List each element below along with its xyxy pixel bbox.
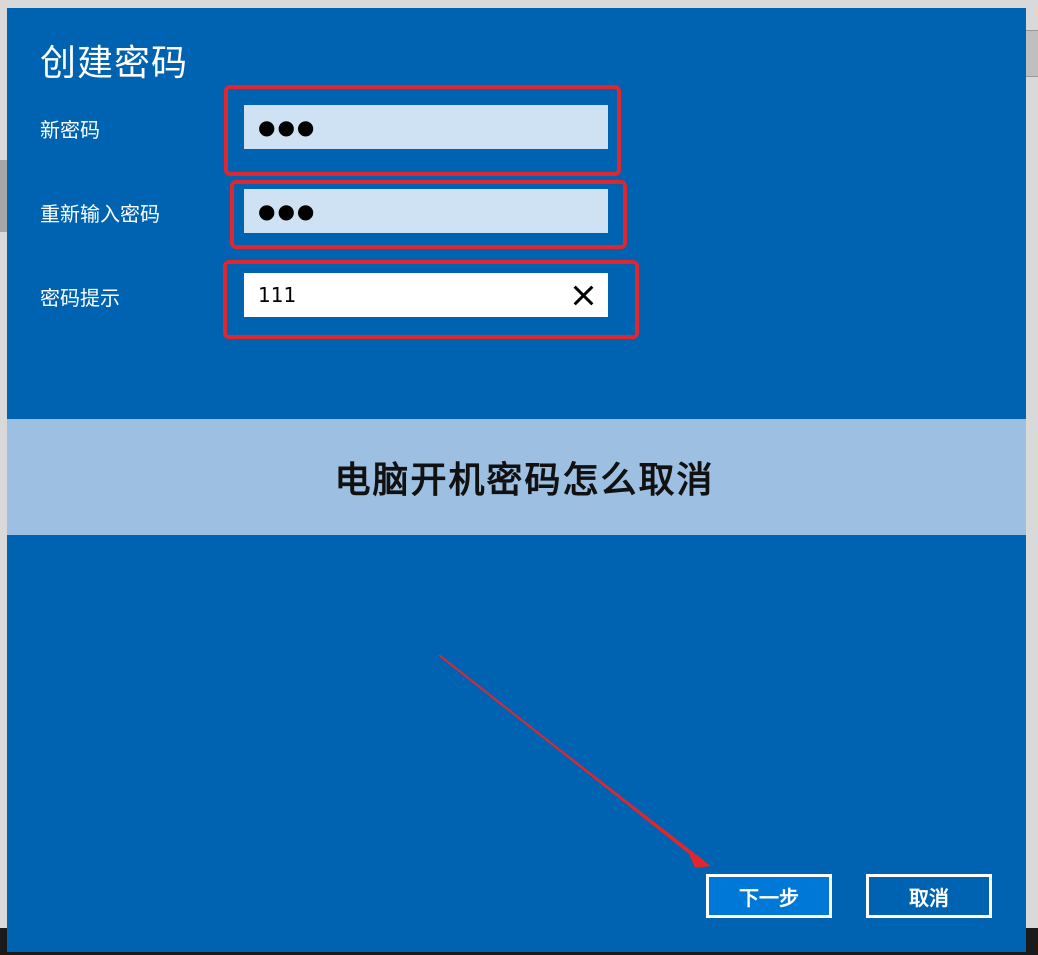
arrow-annotation <box>438 654 711 868</box>
create-password-dialog: 创建密码 新密码 ●●● 重新输入密码 ●●● 密码提示 111 电脑开机密码怎… <box>7 8 1026 952</box>
next-button[interactable]: 下一步 <box>706 874 832 918</box>
arrow-shaft <box>438 654 700 861</box>
background-window-control <box>1026 30 1038 77</box>
cancel-button[interactable]: 取消 <box>866 874 992 918</box>
